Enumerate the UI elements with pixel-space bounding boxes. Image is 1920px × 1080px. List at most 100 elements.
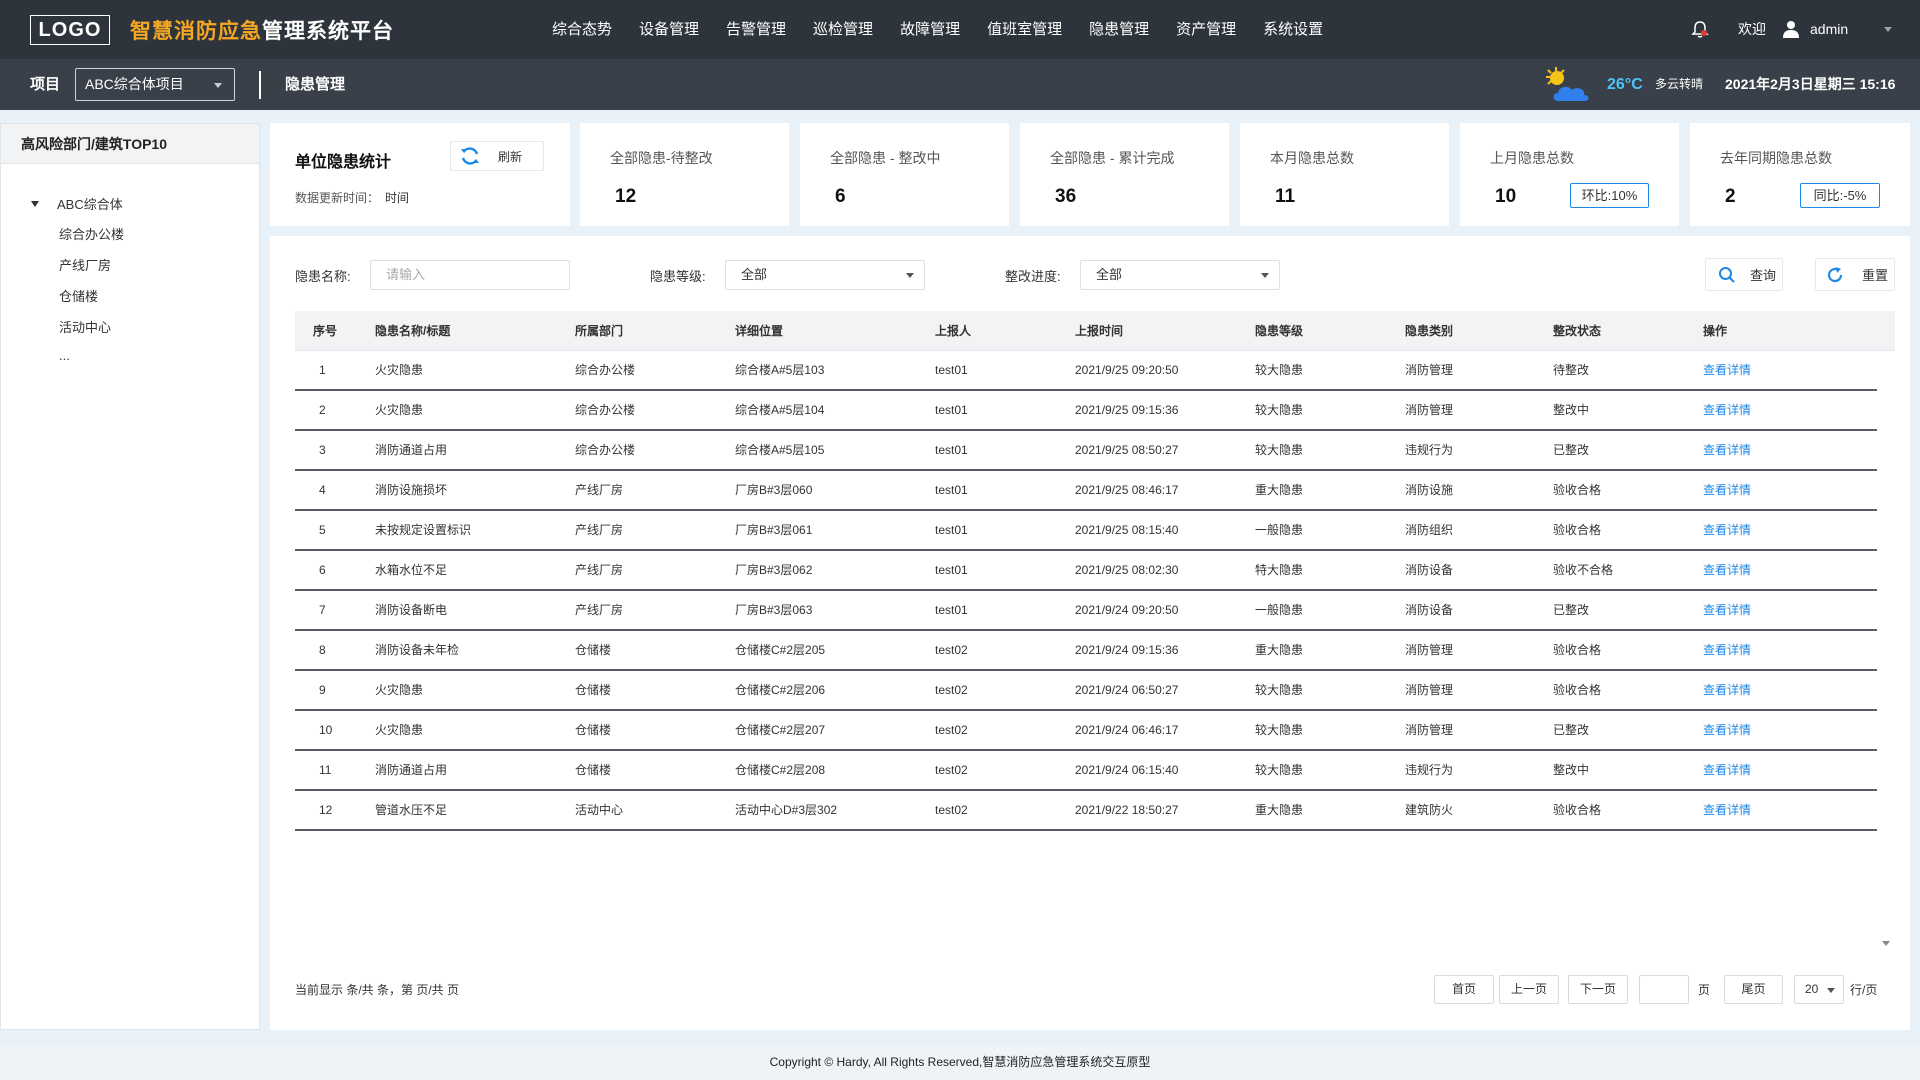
reset-button[interactable]: 重置 xyxy=(1815,258,1895,291)
refresh-button[interactable]: 刷新 xyxy=(450,141,544,171)
table-row: 2 火灾隐患 综合办公楼 综合楼A#5层104 test01 2021/9/25 09:1… xyxy=(295,391,1877,431)
scroll-down-icon[interactable] xyxy=(1882,941,1890,946)
cell-reporter: test01 xyxy=(935,563,968,577)
tree-item[interactable]: 仓储楼 xyxy=(59,286,98,305)
cell-location: 综合楼A#5层104 xyxy=(735,403,825,417)
cell-level: 特大隐患 xyxy=(1255,563,1304,577)
cell-time: 2021/9/25 08:46:17 xyxy=(1075,483,1179,497)
view-detail-link[interactable]: 查看详情 xyxy=(1703,471,1751,509)
view-detail-link[interactable]: 查看详情 xyxy=(1703,551,1751,589)
view-detail-link[interactable]: 查看详情 xyxy=(1703,671,1751,709)
tree-item[interactable]: 产线厂房 xyxy=(59,255,111,274)
view-detail-link[interactable]: 查看详情 xyxy=(1703,431,1751,469)
cell-title: 消防设备未年检 xyxy=(375,643,460,657)
cell-index: 2 xyxy=(319,403,326,417)
cell-dept: 活动中心 xyxy=(575,803,624,817)
stat-card-value: 10 xyxy=(1495,186,1517,207)
cell-dept: 综合办公楼 xyxy=(575,403,636,417)
reset-icon xyxy=(1827,266,1843,282)
cell-time: 2021/9/25 08:02:30 xyxy=(1075,563,1179,577)
chevron-down-icon[interactable] xyxy=(1884,27,1892,32)
cell-status: 整改中 xyxy=(1553,403,1590,417)
tree-item[interactable]: 综合办公楼 xyxy=(59,224,124,243)
view-detail-link[interactable]: 查看详情 xyxy=(1703,791,1751,829)
stat-card: 全部隐患 - 整改中 6 xyxy=(800,123,1009,226)
cell-location: 厂房B#3层061 xyxy=(735,523,813,537)
cell-level: 一般隐患 xyxy=(1255,523,1304,537)
table-row: 11 消防通道占用 仓储楼 仓储楼C#2层208 test02 2021/9/24 06:… xyxy=(295,751,1877,791)
table-row: 12 管道水压不足 活动中心 活动中心D#3层302 test02 2021/9/22 1… xyxy=(295,791,1877,831)
view-detail-link[interactable]: 查看详情 xyxy=(1703,351,1751,389)
table-header: 序号 隐患名称/标题 所属部门 详细位置 上报人 上报时间 隐患等级 隐患类别 … xyxy=(295,311,1895,351)
query-label: 查询 xyxy=(1750,268,1777,283)
menu-item-hazard[interactable]: 隐患管理 xyxy=(1089,0,1149,59)
prev-page-button[interactable]: 上一页 xyxy=(1499,975,1559,1004)
first-page-button[interactable]: 首页 xyxy=(1434,975,1494,1004)
page-number-input[interactable] xyxy=(1639,975,1689,1004)
mom-badge: 环比:10% xyxy=(1570,183,1649,208)
stat-card-title: 本月隐患总数 xyxy=(1270,150,1354,166)
menu-item-alarm[interactable]: 告警管理 xyxy=(726,0,786,59)
tree-item[interactable]: 活动中心 xyxy=(59,317,111,336)
menu-item-fault[interactable]: 故障管理 xyxy=(900,0,960,59)
cell-reporter: test02 xyxy=(935,803,968,817)
stat-card: 上月隐患总数 10 环比:10% xyxy=(1460,123,1679,226)
cell-reporter: test01 xyxy=(935,483,968,497)
progress-filter-label: 整改进度: xyxy=(1005,269,1061,284)
cell-time: 2021/9/25 09:20:50 xyxy=(1075,363,1179,377)
next-page-button[interactable]: 下一页 xyxy=(1568,975,1628,1004)
cell-title: 火灾隐患 xyxy=(375,723,424,737)
cell-status: 验收合格 xyxy=(1553,683,1602,697)
view-detail-link[interactable]: 查看详情 xyxy=(1703,711,1751,749)
view-detail-link[interactable]: 查看详情 xyxy=(1703,751,1751,789)
menu-item-device[interactable]: 设备管理 xyxy=(639,0,699,59)
page-size-select[interactable]: 20 xyxy=(1794,975,1844,1004)
stat-card-title: 上月隐患总数 xyxy=(1490,150,1574,166)
cell-time: 2021/9/24 09:20:50 xyxy=(1075,603,1179,617)
cell-reporter: test01 xyxy=(935,443,968,457)
project-select[interactable]: ABC综合体项目 xyxy=(75,68,235,101)
scrollbar[interactable] xyxy=(1877,351,1895,951)
query-button[interactable]: 查询 xyxy=(1705,258,1783,291)
menu-item-inspection[interactable]: 巡检管理 xyxy=(813,0,873,59)
level-filter-select[interactable]: 全部 xyxy=(725,260,925,290)
bell-icon[interactable] xyxy=(1690,20,1710,40)
cell-index: 1 xyxy=(319,363,326,377)
view-detail-link[interactable]: 查看详情 xyxy=(1703,591,1751,629)
cell-location: 仓储楼C#2层207 xyxy=(735,723,826,737)
menu-item-asset[interactable]: 资产管理 xyxy=(1176,0,1236,59)
cell-category: 消防设施 xyxy=(1405,483,1454,497)
cell-category: 消防管理 xyxy=(1405,643,1454,657)
cell-status: 已整改 xyxy=(1553,443,1590,457)
cell-category: 消防管理 xyxy=(1405,403,1454,417)
sidebar-title: 高风险部门/建筑TOP10 xyxy=(1,124,259,164)
main-menu: 综合态势 设备管理 告警管理 巡检管理 故障管理 值班室管理 隐患管理 资产管理… xyxy=(552,0,1350,59)
view-detail-link[interactable]: 查看详情 xyxy=(1703,391,1751,429)
cell-status: 已整改 xyxy=(1553,603,1590,617)
view-detail-link[interactable]: 查看详情 xyxy=(1703,631,1751,669)
progress-filter-select[interactable]: 全部 xyxy=(1080,260,1280,290)
caret-down-icon[interactable] xyxy=(31,200,39,207)
view-detail-link[interactable]: 查看详情 xyxy=(1703,511,1751,549)
stat-card-title: 去年同期隐患总数 xyxy=(1720,150,1832,166)
stat-card-value: 6 xyxy=(835,186,846,207)
stat-card-title: 全部隐患 - 整改中 xyxy=(830,150,941,166)
tree-item-more[interactable]: ... xyxy=(59,348,70,363)
menu-item-overview[interactable]: 综合态势 xyxy=(552,0,612,59)
project-label: 项目 xyxy=(30,76,61,93)
column-header: 隐患等级 xyxy=(1255,324,1304,338)
cell-title: 火灾隐患 xyxy=(375,363,424,377)
tree-root[interactable]: ABC综合体 xyxy=(31,194,123,213)
menu-item-duty[interactable]: 值班室管理 xyxy=(987,0,1062,59)
menu-item-settings[interactable]: 系统设置 xyxy=(1263,0,1323,59)
cell-title: 未按规定设置标识 xyxy=(375,523,472,537)
cell-category: 消防管理 xyxy=(1405,723,1454,737)
sun-cloud-icon xyxy=(1546,67,1589,101)
cell-level: 较大隐患 xyxy=(1255,723,1304,737)
name-filter-input[interactable]: 请输入 xyxy=(370,260,570,290)
chevron-down-icon xyxy=(214,83,222,88)
table-row: 8 消防设备未年检 仓储楼 仓储楼C#2层205 test02 2021/9/24 09:… xyxy=(295,631,1877,671)
last-page-button[interactable]: 尾页 xyxy=(1724,975,1783,1004)
username[interactable]: admin xyxy=(1810,0,1848,59)
refresh-label: 刷新 xyxy=(498,149,523,164)
